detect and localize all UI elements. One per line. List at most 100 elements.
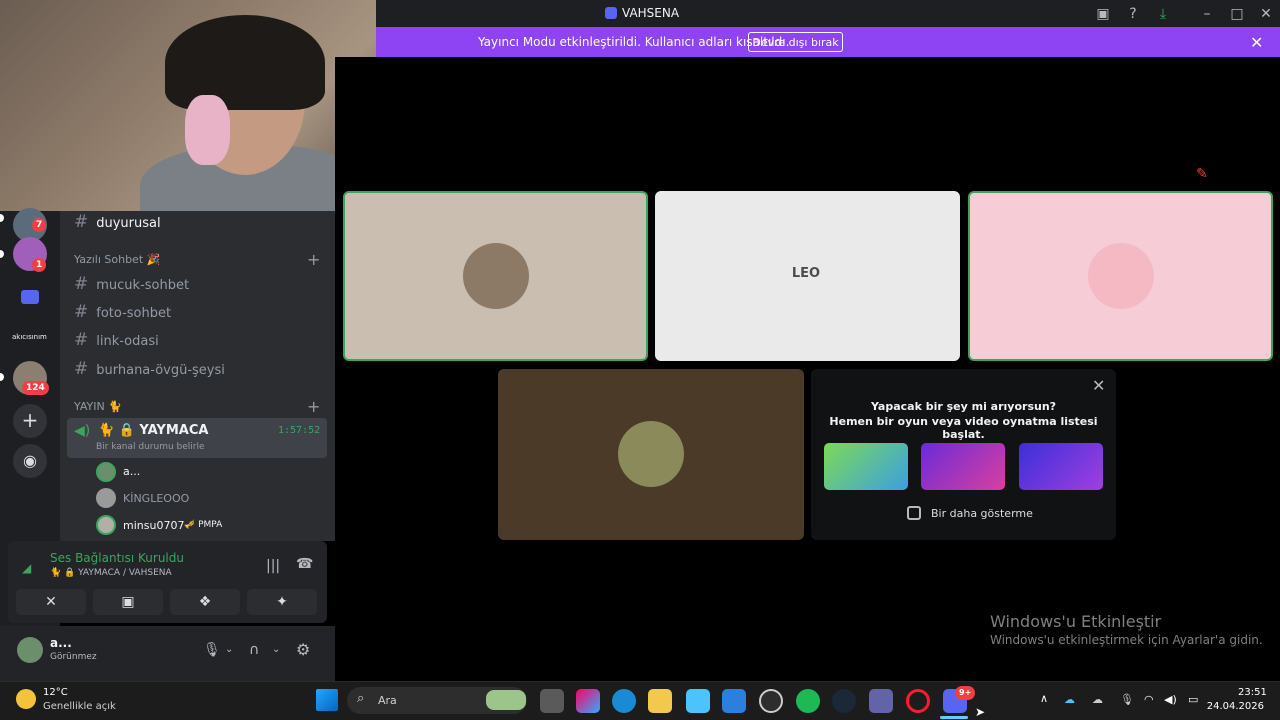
voice-user-name[interactable]: KİNGLEOOO <box>123 492 189 505</box>
add-voice-channel-icon[interactable]: + <box>307 397 320 416</box>
game-bobble-league[interactable] <box>824 443 908 490</box>
user-name[interactable]: a... <box>50 636 72 650</box>
mention-badge: 124 <box>22 381 49 395</box>
user-status: Görünmez <box>50 652 97 662</box>
active-app-indicator <box>940 716 968 719</box>
file-explorer-icon[interactable] <box>648 689 672 713</box>
search-highlight-icon <box>486 690 526 710</box>
dont-show-checkbox[interactable] <box>907 506 921 520</box>
disconnect-icon[interactable]: ☎ <box>296 556 313 572</box>
mail-icon[interactable] <box>722 689 746 713</box>
channel-link[interactable]: # link-odasi <box>74 329 159 351</box>
participant-avatar <box>618 421 684 487</box>
user-avatar[interactable] <box>96 462 116 482</box>
webcam-overlay <box>0 0 376 211</box>
mic-tray-icon[interactable]: 🎙 <box>1120 693 1134 706</box>
store-icon[interactable] <box>686 689 710 713</box>
settings-gear-icon[interactable]: ⚙ <box>296 640 310 659</box>
category-voice[interactable]: YAYIN 🐈 <box>74 400 122 413</box>
soundboard-button[interactable]: ✦ <box>247 589 317 615</box>
weather-temp[interactable]: 12°C <box>43 687 68 698</box>
activities-button[interactable]: ❖ <box>170 589 240 615</box>
pepper-icon: ✎ <box>1196 166 1208 182</box>
maximize-icon[interactable]: □ <box>1227 4 1247 24</box>
battery-icon[interactable]: ▭ <box>1188 693 1198 706</box>
teams-icon[interactable] <box>869 689 893 713</box>
discover-icon[interactable]: ◉ <box>13 444 47 478</box>
steam-icon[interactable] <box>832 689 856 713</box>
server-name-label[interactable]: akıcısınım <box>12 333 50 341</box>
noise-suppression-icon[interactable]: ||| <box>266 558 280 574</box>
camera-toggle-button[interactable]: ✕ <box>16 589 86 615</box>
copilot-icon[interactable] <box>576 689 600 713</box>
chevron-down-icon[interactable]: ⌄ <box>272 644 280 655</box>
dont-show-label[interactable]: Bir daha gösterme <box>931 507 1033 520</box>
participant-tile-3[interactable] <box>968 191 1273 361</box>
taskbar <box>0 681 1280 720</box>
voice-status[interactable]: Ses Bağlantısı Kuruldu <box>50 551 184 565</box>
category-text[interactable]: Yazılı Sohbet 🎉 <box>74 253 160 266</box>
participant-tile-1[interactable] <box>343 191 648 361</box>
participant-tile-4[interactable] <box>498 369 804 540</box>
game-valorant-masters[interactable] <box>921 443 1005 490</box>
window-title: VAHSENA <box>622 6 680 20</box>
user-avatar[interactable] <box>17 637 43 663</box>
participant-tile-2[interactable]: LEO <box>655 191 960 361</box>
search-placeholder: Ara <box>378 694 397 707</box>
channel-mucuk[interactable]: # mucuk-sohbet <box>74 273 189 295</box>
volume-icon[interactable]: ◀) <box>1164 693 1177 706</box>
github-icon[interactable] <box>759 689 783 713</box>
opera-icon[interactable] <box>906 689 930 713</box>
minimize-icon[interactable]: – <box>1197 4 1217 24</box>
discord-logo-icon <box>605 7 617 19</box>
channel-burhana[interactable]: # burhana-övgü-şeysi <box>74 358 225 380</box>
suggestion-line-2: Hemen bir oyun veya video oynatma listes… <box>829 415 1098 441</box>
suggestion-line-1: Yapacak bir şey mi arıyorsun? <box>870 400 1057 413</box>
leo-avatar: LEO <box>773 241 839 307</box>
clock-date[interactable]: 24.04.2026 <box>1203 701 1264 712</box>
hash-icon: # <box>74 330 89 350</box>
user-avatar[interactable] <box>96 515 116 535</box>
task-view-icon[interactable] <box>540 689 564 713</box>
voice-user-name[interactable]: minsu0707 <box>123 519 184 532</box>
clock-time[interactable]: 23:51 <box>1238 687 1267 698</box>
close-banner-icon[interactable]: ✕ <box>1250 33 1263 52</box>
user-clan-tag: 🎺 PMPA <box>184 520 223 530</box>
spotify-icon[interactable] <box>796 689 820 713</box>
voice-timer: 1:57:52 <box>278 425 321 436</box>
channel-announce[interactable]: # duyurusal <box>74 211 161 233</box>
game-nitro-control[interactable] <box>1019 443 1103 490</box>
channel-status[interactable]: Bir kanal durumu belirle <box>96 442 205 452</box>
microphone-icon[interactable]: 🎙 <box>203 642 221 658</box>
help-icon[interactable]: ? <box>1123 4 1143 24</box>
windows-start-icon[interactable] <box>316 689 338 711</box>
add-channel-icon[interactable]: + <box>307 250 320 269</box>
participant-avatar <box>1088 243 1154 309</box>
weather-moon-icon[interactable] <box>16 689 36 709</box>
download-icon[interactable]: ⤓ <box>1153 4 1173 24</box>
hash-icon: # <box>74 212 89 232</box>
voice-user-name[interactable]: a... <box>123 465 140 478</box>
wifi-icon[interactable]: ◠ <box>1144 693 1154 706</box>
channel-foto[interactable]: # foto-sohbet <box>74 301 171 323</box>
discord-notification-badge: 9+ <box>955 686 976 700</box>
voice-speaker-icon: ◀) <box>74 423 91 439</box>
headphones-icon[interactable]: ∩ <box>249 642 259 658</box>
cloud-sync-icon[interactable]: ☁ <box>1092 693 1103 706</box>
close-suggestion-icon[interactable]: ✕ <box>1092 376 1105 395</box>
weather-desc[interactable]: Genellikle açık <box>43 701 116 712</box>
activation-subtitle: Windows'u etkinleştirmek için Ayarlar'a … <box>990 633 1263 647</box>
chevron-down-icon[interactable]: ⌄ <box>225 644 233 655</box>
screen-share-button[interactable]: ▣ <box>93 589 163 615</box>
disable-streamer-mode-button[interactable]: Devre dışı bırak <box>748 32 843 52</box>
close-window-icon[interactable]: ✕ <box>1256 4 1276 24</box>
inbox-icon[interactable]: ▣ <box>1093 4 1113 24</box>
onedrive-icon[interactable]: ☁ <box>1064 693 1075 706</box>
folder-icon[interactable] <box>21 290 39 304</box>
edge-icon[interactable] <box>612 689 636 713</box>
user-avatar[interactable] <box>96 488 116 508</box>
mouse-cursor-icon: ➤ <box>975 705 986 719</box>
add-server-icon[interactable]: + <box>13 404 47 438</box>
tray-chevron-icon[interactable]: ∧ <box>1040 692 1048 705</box>
banner-text: Yayıncı Modu etkinleştirildi. Kullanıcı … <box>478 35 790 49</box>
